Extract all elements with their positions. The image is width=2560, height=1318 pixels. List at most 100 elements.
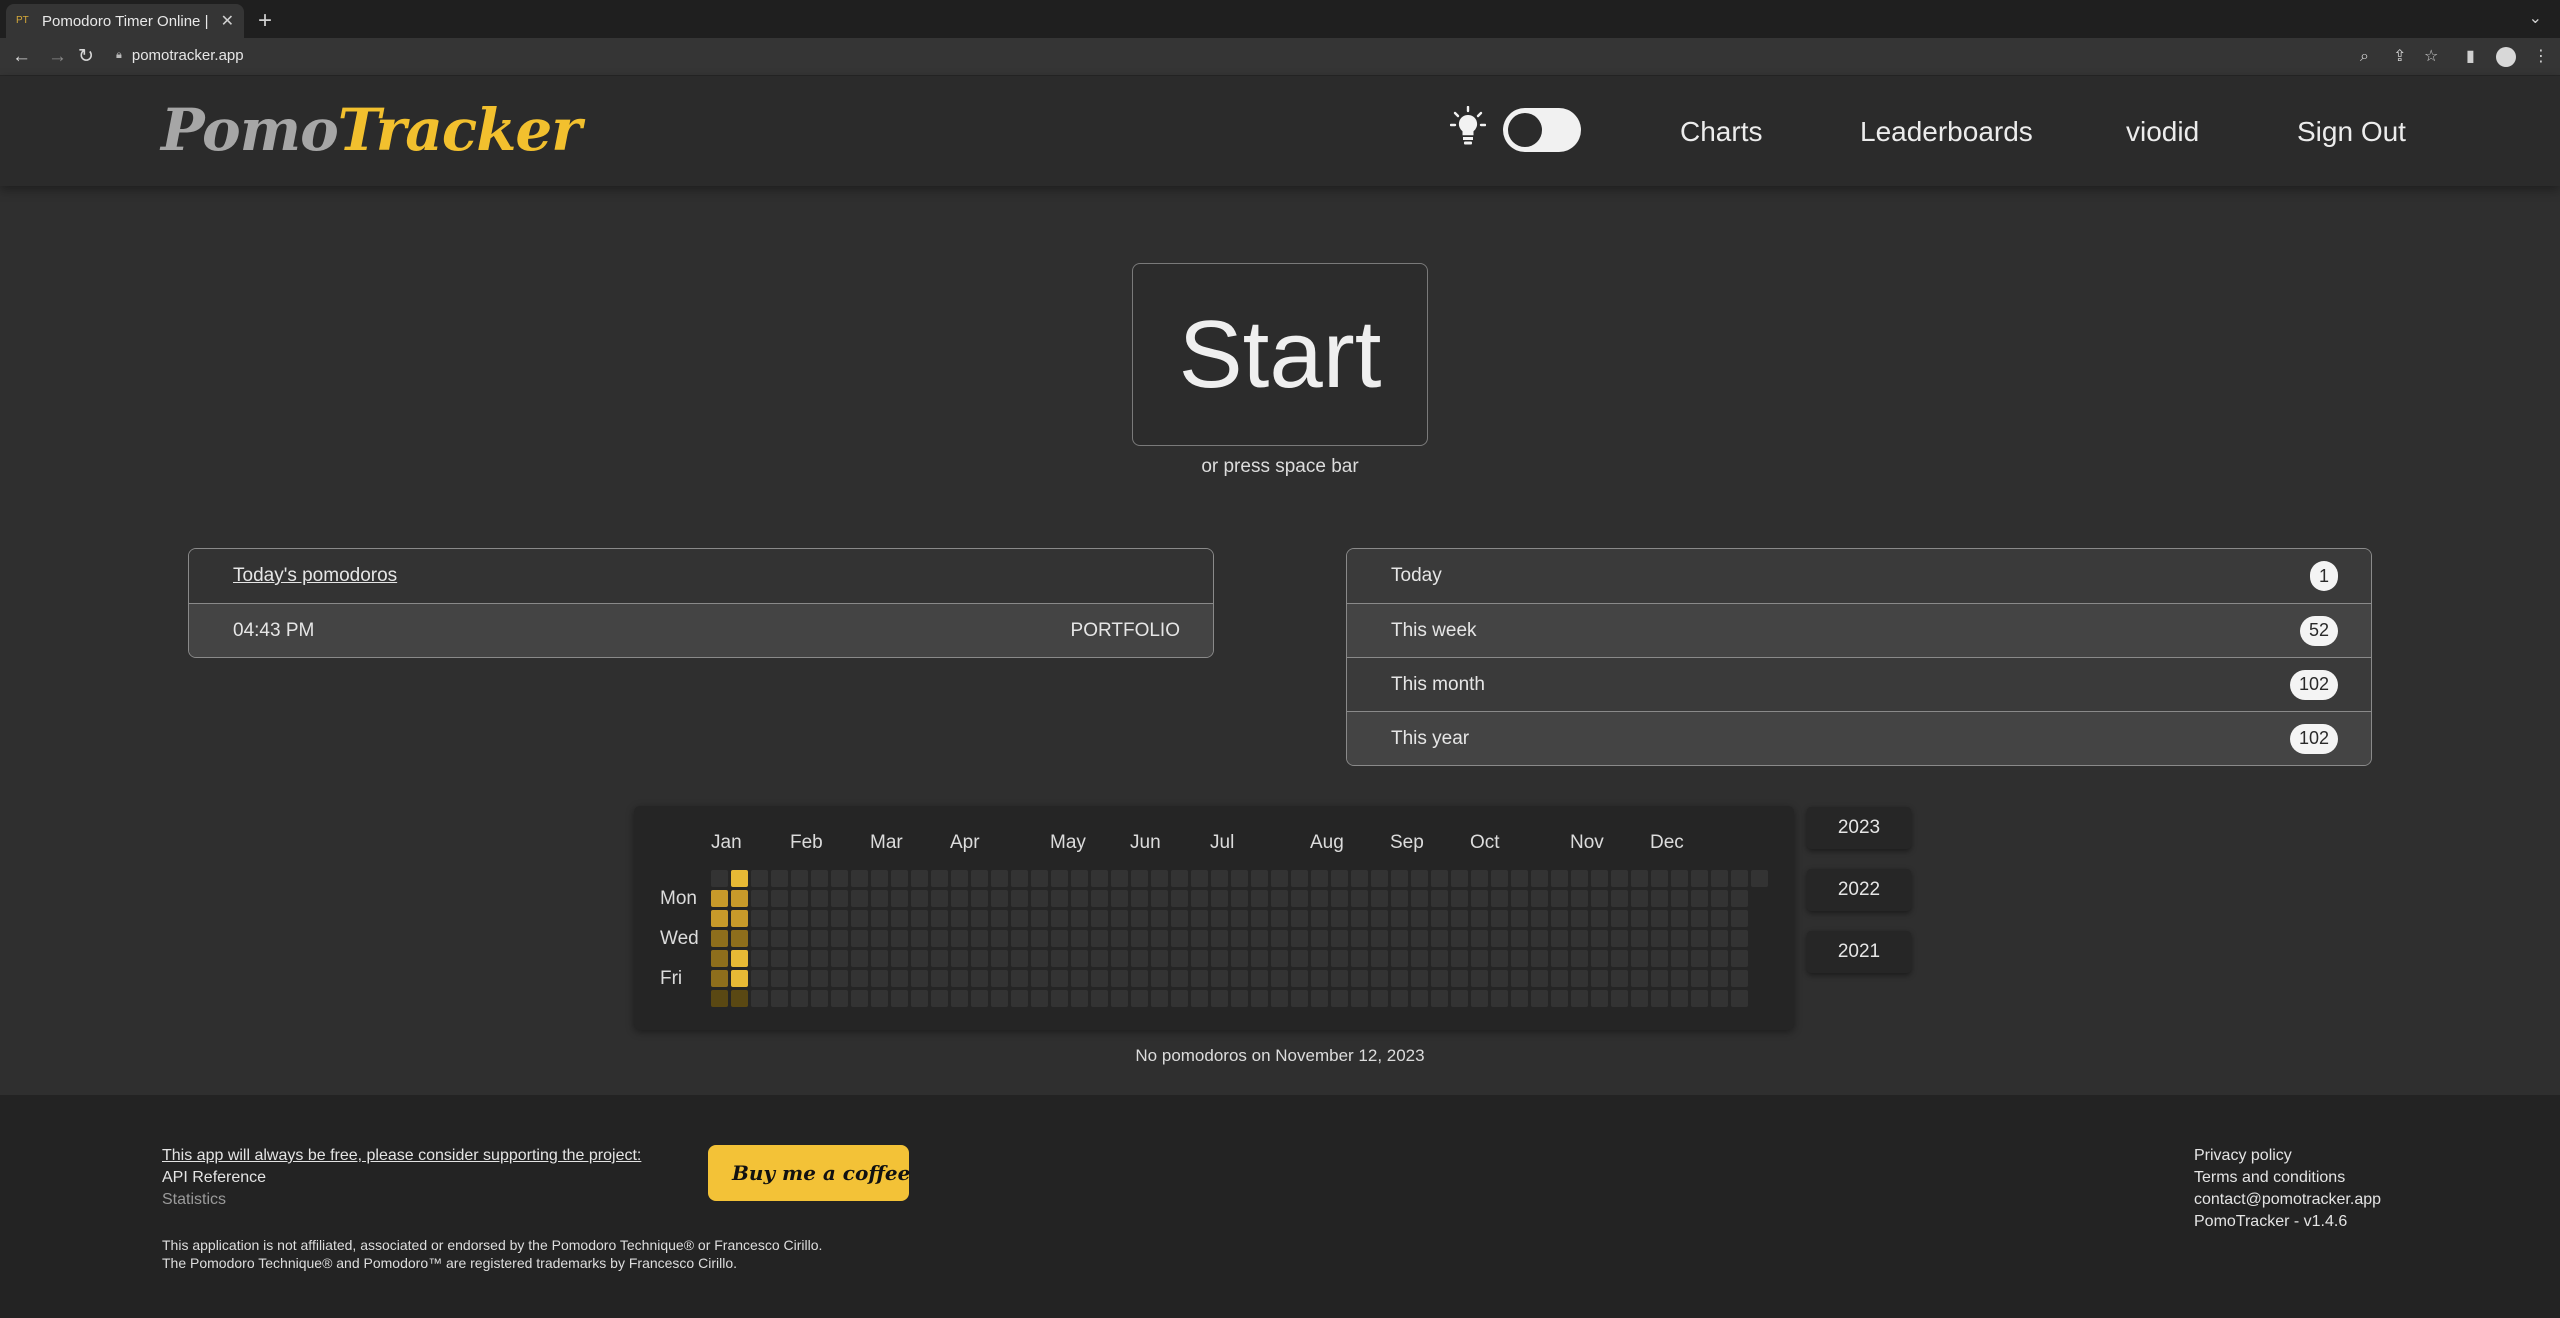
- heatmap-cell[interactable]: [751, 910, 768, 927]
- heatmap-cell[interactable]: [1131, 910, 1148, 927]
- heatmap-cell[interactable]: [911, 890, 928, 907]
- heatmap-cell[interactable]: [931, 910, 948, 927]
- heatmap-cell[interactable]: [971, 950, 988, 967]
- heatmap-cell[interactable]: [1051, 910, 1068, 927]
- nav-leaderboards[interactable]: Leaderboards: [1860, 116, 2033, 148]
- heatmap-cell[interactable]: [1291, 930, 1308, 947]
- heatmap-cell[interactable]: [871, 870, 888, 887]
- heatmap-cell[interactable]: [931, 990, 948, 1007]
- heatmap-cell[interactable]: [1451, 910, 1468, 927]
- heatmap-cell[interactable]: [791, 930, 808, 947]
- heatmap-cell[interactable]: [1311, 910, 1328, 927]
- heatmap-cell[interactable]: [1511, 970, 1528, 987]
- heatmap-cell[interactable]: [1351, 890, 1368, 907]
- heatmap-cell[interactable]: [1291, 970, 1308, 987]
- heatmap-cell[interactable]: [951, 970, 968, 987]
- heatmap-cell[interactable]: [1711, 990, 1728, 1007]
- heatmap-cell[interactable]: [791, 910, 808, 927]
- heatmap-cell[interactable]: [1531, 970, 1548, 987]
- heatmap-cell[interactable]: [851, 970, 868, 987]
- heatmap-cell[interactable]: [1651, 970, 1668, 987]
- heatmap-cell[interactable]: [1591, 870, 1608, 887]
- heatmap-cell[interactable]: [791, 870, 808, 887]
- heatmap-cell[interactable]: [1331, 930, 1348, 947]
- heatmap-cell[interactable]: [1551, 930, 1568, 947]
- heatmap-cell[interactable]: [971, 910, 988, 927]
- heatmap-cell[interactable]: [1231, 890, 1248, 907]
- heatmap-cell[interactable]: [971, 890, 988, 907]
- heatmap-cell[interactable]: [1171, 990, 1188, 1007]
- heatmap-cell[interactable]: [711, 870, 728, 887]
- heatmap-cell[interactable]: [811, 910, 828, 927]
- heatmap-cell[interactable]: [1491, 950, 1508, 967]
- heatmap-cell[interactable]: [1511, 910, 1528, 927]
- heatmap-cell[interactable]: [1111, 890, 1128, 907]
- heatmap-cell[interactable]: [1091, 930, 1108, 947]
- heatmap-cell[interactable]: [711, 990, 728, 1007]
- contact-email-link[interactable]: contact@pomotracker.app: [2194, 1191, 2381, 1209]
- reload-icon[interactable]: ↻: [78, 46, 94, 68]
- heatmap-cell[interactable]: [1431, 950, 1448, 967]
- heatmap-cell[interactable]: [991, 910, 1008, 927]
- heatmap-cell[interactable]: [931, 970, 948, 987]
- heatmap-cell[interactable]: [1471, 970, 1488, 987]
- heatmap-cell[interactable]: [1591, 910, 1608, 927]
- heatmap-cell[interactable]: [1351, 930, 1368, 947]
- heatmap-cell[interactable]: [811, 930, 828, 947]
- heatmap-cell[interactable]: [731, 930, 748, 947]
- share-icon[interactable]: ⇪: [2393, 47, 2406, 67]
- heatmap-cell[interactable]: [951, 890, 968, 907]
- heatmap-cell[interactable]: [1611, 990, 1628, 1007]
- heatmap-cell[interactable]: [1011, 990, 1028, 1007]
- heatmap-cell[interactable]: [1211, 950, 1228, 967]
- heatmap-cell[interactable]: [1291, 910, 1308, 927]
- theme-toggle[interactable]: [1503, 108, 1581, 152]
- heatmap-cell[interactable]: [1471, 910, 1488, 927]
- heatmap-cell[interactable]: [811, 890, 828, 907]
- heatmap-cell[interactable]: [1051, 990, 1068, 1007]
- heatmap-cell[interactable]: [1531, 870, 1548, 887]
- heatmap-cell[interactable]: [1371, 990, 1388, 1007]
- buy-me-a-coffee-button[interactable]: Buy me a coffee: [708, 1145, 910, 1201]
- heatmap-cell[interactable]: [1171, 930, 1188, 947]
- heatmap-cell[interactable]: [1251, 970, 1268, 987]
- heatmap-cell[interactable]: [1491, 930, 1508, 947]
- heatmap-cell[interactable]: [1271, 990, 1288, 1007]
- heatmap-cell[interactable]: [1591, 930, 1608, 947]
- heatmap-cell[interactable]: [1191, 970, 1208, 987]
- heatmap-cell[interactable]: [1471, 950, 1488, 967]
- heatmap-cell[interactable]: [1691, 930, 1708, 947]
- heatmap-cell[interactable]: [1551, 870, 1568, 887]
- heatmap-cell[interactable]: [1011, 970, 1028, 987]
- heatmap-cell[interactable]: [1531, 950, 1548, 967]
- heatmap-cell[interactable]: [1091, 890, 1108, 907]
- heatmap-cell[interactable]: [1531, 990, 1548, 1007]
- heatmap-cell[interactable]: [1631, 930, 1648, 947]
- heatmap-cell[interactable]: [891, 930, 908, 947]
- heatmap-cell[interactable]: [1591, 990, 1608, 1007]
- heatmap-cell[interactable]: [1411, 910, 1428, 927]
- heatmap-cell[interactable]: [1631, 950, 1648, 967]
- heatmap-cell[interactable]: [1371, 910, 1388, 927]
- heatmap-cell[interactable]: [851, 870, 868, 887]
- heatmap-cell[interactable]: [731, 990, 748, 1007]
- heatmap-cell[interactable]: [1291, 870, 1308, 887]
- support-link[interactable]: This app will always be free, please con…: [162, 1147, 641, 1165]
- heatmap-cell[interactable]: [1571, 890, 1588, 907]
- heatmap-cell[interactable]: [771, 870, 788, 887]
- heatmap-cell[interactable]: [1351, 910, 1368, 927]
- heatmap-cell[interactable]: [711, 950, 728, 967]
- heatmap-cell[interactable]: [1671, 890, 1688, 907]
- heatmap-cell[interactable]: [1091, 910, 1108, 927]
- heatmap-cell[interactable]: [1711, 870, 1728, 887]
- heatmap-cell[interactable]: [991, 930, 1008, 947]
- heatmap-cell[interactable]: [811, 870, 828, 887]
- heatmap-cell[interactable]: [711, 930, 728, 947]
- heatmap-cell[interactable]: [1211, 910, 1228, 927]
- heatmap-cell[interactable]: [911, 950, 928, 967]
- year-button-2021[interactable]: 2021: [1807, 931, 1911, 973]
- heatmap-cell[interactable]: [1571, 970, 1588, 987]
- heatmap-cell[interactable]: [1171, 910, 1188, 927]
- heatmap-cell[interactable]: [771, 910, 788, 927]
- heatmap-cell[interactable]: [871, 910, 888, 927]
